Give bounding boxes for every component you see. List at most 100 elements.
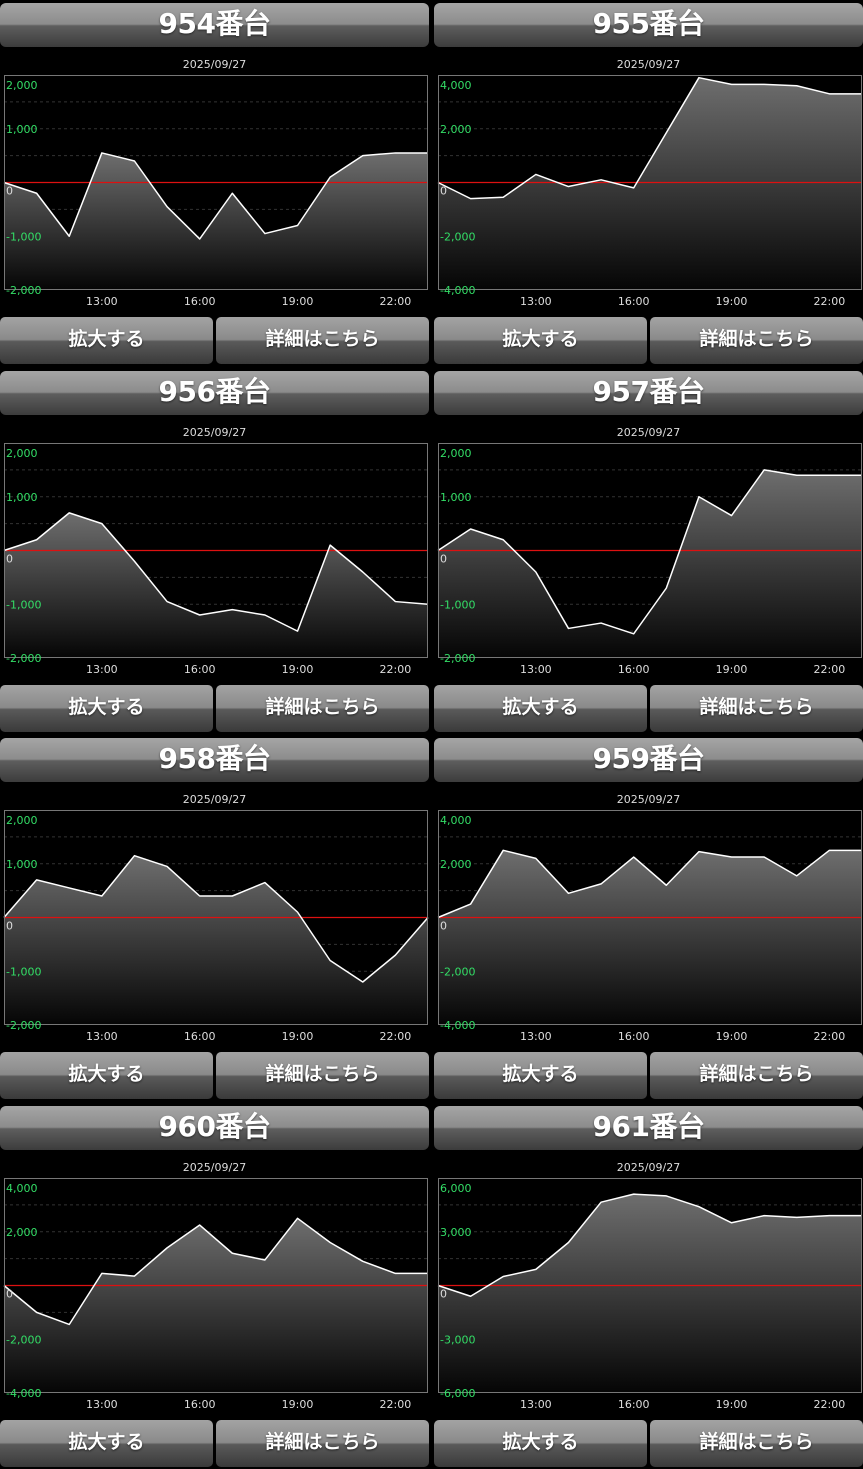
y-tick-label: -1,000	[6, 965, 41, 978]
details-button[interactable]: 詳細はこちら	[650, 317, 863, 364]
y-tick-label: 4,000	[6, 1182, 38, 1195]
y-tick-label: 1,000	[6, 858, 38, 871]
x-tick-label: 13:00	[520, 663, 552, 676]
x-tick-label: 16:00	[618, 663, 650, 676]
x-tick-label: 22:00	[380, 295, 412, 308]
slump-chart: 4,000 2,000 0 -2,000 -4,000 13:00 16:00 19:00 22…	[0, 1173, 429, 1413]
y-tick-label: -6,000	[440, 1387, 475, 1400]
x-tick-label: 16:00	[618, 1030, 650, 1043]
slump-chart: 2,000 1,000 0 -1,000 -2,000 13:00 16:00 19:00 22…	[434, 438, 863, 678]
y-tick-label: -2,000	[440, 652, 475, 665]
x-tick-label: 16:00	[184, 1398, 216, 1411]
zoom-button[interactable]: 拡大する	[434, 317, 647, 364]
y-tick-label: 0	[440, 1288, 447, 1301]
x-tick-label: 16:00	[618, 295, 650, 308]
y-tick-label: 0	[440, 553, 447, 566]
machine-panel: 959番台 2025/09/27 4,000 2,000 0 -2,000 -4,000…	[434, 735, 863, 1099]
y-tick-label: 2,000	[6, 1226, 38, 1239]
chart-svg: 2,000 1,000 0 -1,000 -2,000 13:00 16:00 19:00 22…	[437, 443, 862, 676]
y-tick-label: 3,000	[440, 1226, 472, 1239]
x-tick-label: 13:00	[86, 1398, 118, 1411]
machine-title: 954番台	[0, 3, 429, 47]
details-button[interactable]: 詳細はこちら	[216, 317, 429, 364]
y-tick-label: 1,000	[6, 123, 38, 136]
slump-chart: 2,000 1,000 0 -1,000 -2,000 13:00 16:00 19:00 22…	[0, 805, 429, 1045]
x-tick-label: 13:00	[520, 1030, 552, 1043]
x-tick-label: 19:00	[282, 1030, 314, 1043]
x-tick-label: 22:00	[380, 1398, 412, 1411]
y-tick-label: 4,000	[440, 79, 472, 92]
details-button[interactable]: 詳細はこちら	[216, 685, 429, 732]
y-tick-label: 2,000	[6, 79, 38, 92]
x-tick-label: 16:00	[618, 1398, 650, 1411]
y-tick-label: -1,000	[440, 598, 475, 611]
zoom-button[interactable]: 拡大する	[0, 317, 213, 364]
y-tick-label: 0	[6, 920, 13, 933]
y-tick-label: -2,000	[6, 284, 41, 297]
y-tick-label: 1,000	[440, 491, 472, 504]
x-tick-label: 13:00	[86, 663, 118, 676]
chart-svg: 2,000 1,000 0 -1,000 -2,000 13:00 16:00 19:00 22…	[3, 810, 429, 1043]
y-tick-label: 0	[440, 185, 447, 198]
y-tick-label: -2,000	[6, 1019, 41, 1032]
y-tick-label: 0	[6, 1288, 13, 1301]
y-tick-label: -4,000	[440, 1019, 475, 1032]
details-button[interactable]: 詳細はこちら	[650, 1420, 863, 1467]
machine-panel: 958番台 2025/09/27 2,000 1,000 0 -1,000 -2,000…	[0, 735, 429, 1099]
machine-title: 957番台	[434, 371, 863, 415]
y-tick-label: -1,000	[6, 230, 41, 243]
x-tick-label: 22:00	[814, 1030, 846, 1043]
zoom-button[interactable]: 拡大する	[434, 1420, 647, 1467]
machine-panel: 957番台 2025/09/27 2,000 1,000 0 -1,000 -2,000…	[434, 368, 863, 732]
y-tick-label: 2,000	[6, 447, 38, 460]
x-tick-label: 13:00	[520, 295, 552, 308]
y-tick-label: -4,000	[6, 1387, 41, 1400]
chart-svg: 2,000 1,000 0 -1,000 -2,000 13:00 16:00 19:00 22…	[3, 443, 429, 676]
details-button[interactable]: 詳細はこちら	[216, 1420, 429, 1467]
area-fill	[438, 850, 862, 1025]
x-tick-label: 19:00	[716, 1398, 748, 1411]
x-tick-label: 13:00	[86, 1030, 118, 1043]
x-tick-label: 16:00	[184, 663, 216, 676]
zoom-button[interactable]: 拡大する	[0, 1052, 213, 1099]
y-tick-label: 2,000	[440, 858, 472, 871]
x-tick-label: 22:00	[814, 663, 846, 676]
slump-chart: 4,000 2,000 0 -2,000 -4,000 13:00 16:00 19:00 22…	[434, 70, 863, 310]
y-tick-label: 4,000	[440, 814, 472, 827]
machine-panel: 961番台 2025/09/27 6,000 3,000 0 -3,000 -6,000…	[434, 1103, 863, 1467]
zoom-button[interactable]: 拡大する	[0, 1420, 213, 1467]
slump-chart: 6,000 3,000 0 -3,000 -6,000 13:00 16:00 19:00 22…	[434, 1173, 863, 1413]
x-tick-label: 16:00	[184, 295, 216, 308]
y-tick-label: 2,000	[440, 123, 472, 136]
zoom-button[interactable]: 拡大する	[0, 685, 213, 732]
x-tick-label: 19:00	[282, 663, 314, 676]
x-tick-label: 13:00	[86, 295, 118, 308]
details-button[interactable]: 詳細はこちら	[650, 685, 863, 732]
x-tick-label: 19:00	[716, 663, 748, 676]
machine-title: 960番台	[0, 1106, 429, 1150]
slump-chart: 4,000 2,000 0 -2,000 -4,000 13:00 16:00 19:00 22…	[434, 805, 863, 1045]
zoom-button[interactable]: 拡大する	[434, 685, 647, 732]
y-tick-label: 2,000	[6, 814, 38, 827]
chart-svg: 6,000 3,000 0 -3,000 -6,000 13:00 16:00 19:00 22…	[437, 1178, 862, 1411]
zoom-button[interactable]: 拡大する	[434, 1052, 647, 1099]
x-tick-label: 22:00	[380, 663, 412, 676]
x-tick-label: 13:00	[520, 1398, 552, 1411]
machine-title: 955番台	[434, 3, 863, 47]
details-button[interactable]: 詳細はこちら	[216, 1052, 429, 1099]
chart-svg: 4,000 2,000 0 -2,000 -4,000 13:00 16:00 19:00 22…	[3, 1178, 428, 1411]
machine-panel: 955番台 2025/09/27 4,000 2,000 0 -2,000 -4,000…	[434, 0, 863, 364]
chart-svg: 2,000 1,000 0 -1,000 -2,000 13:00 16:00 19:00 22…	[3, 75, 428, 308]
machine-panel: 956番台 2025/09/27 2,000 1,000 0 -1,000 -2,000…	[0, 368, 429, 732]
y-tick-label: 1,000	[6, 491, 38, 504]
x-tick-label: 22:00	[380, 1030, 412, 1043]
machine-title: 959番台	[434, 738, 863, 782]
machine-title: 961番台	[434, 1106, 863, 1150]
slump-chart: 2,000 1,000 0 -1,000 -2,000 13:00 16:00 19:00 22…	[0, 70, 429, 310]
x-tick-label: 19:00	[716, 1030, 748, 1043]
details-button[interactable]: 詳細はこちら	[650, 1052, 863, 1099]
x-tick-label: 19:00	[282, 1398, 314, 1411]
y-tick-label: -2,000	[440, 230, 475, 243]
machine-title: 958番台	[0, 738, 429, 782]
x-tick-label: 16:00	[184, 1030, 216, 1043]
